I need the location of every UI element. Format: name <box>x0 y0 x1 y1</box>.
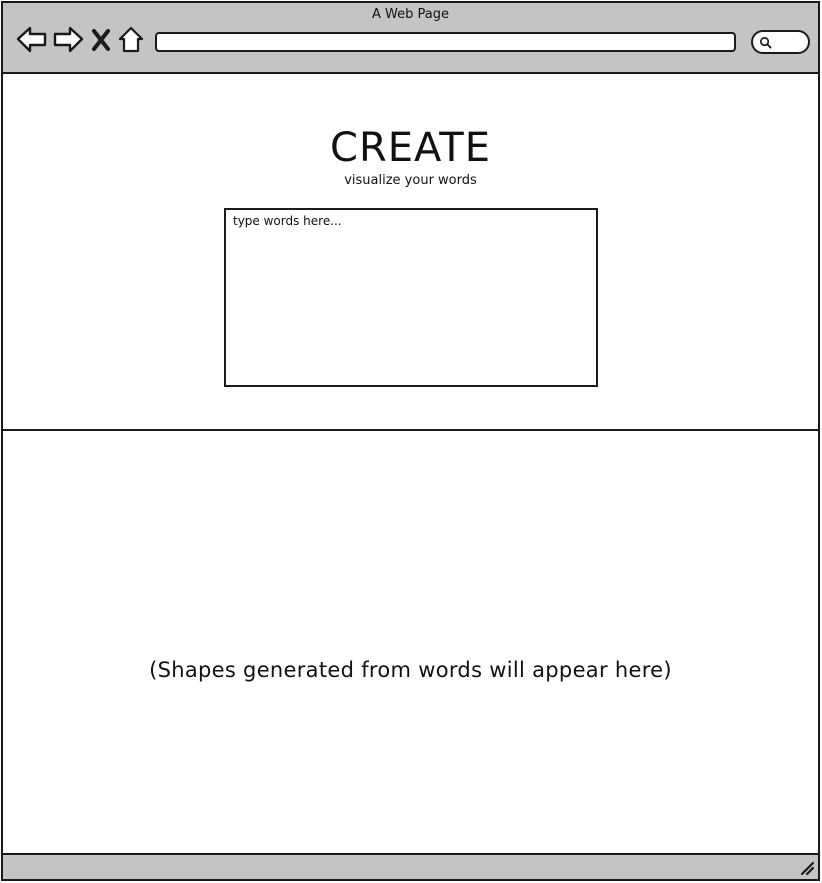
browser-toolbar: A Web Page <box>3 3 818 74</box>
home-icon[interactable] <box>116 23 146 57</box>
page-content: CREATE visualize your words (Shapes gene… <box>3 74 818 857</box>
window-title: A Web Page <box>372 7 449 22</box>
page-title: CREATE <box>330 125 491 171</box>
status-bar <box>3 853 818 879</box>
resize-grip-icon[interactable] <box>798 859 816 877</box>
shapes-output-placeholder: (Shapes generated from words will appear… <box>149 658 672 682</box>
search-icon <box>760 37 772 49</box>
close-icon[interactable] <box>88 23 114 57</box>
browser-window: A Web Page CREATE visualize your words (… <box>1 1 820 881</box>
forward-arrow-icon[interactable] <box>51 23 85 57</box>
section-divider <box>3 429 818 431</box>
words-input[interactable] <box>224 208 598 387</box>
search-box[interactable] <box>751 30 810 54</box>
back-arrow-icon[interactable] <box>15 23 49 57</box>
page-subtitle: visualize your words <box>344 173 477 188</box>
address-bar[interactable] <box>155 32 736 52</box>
